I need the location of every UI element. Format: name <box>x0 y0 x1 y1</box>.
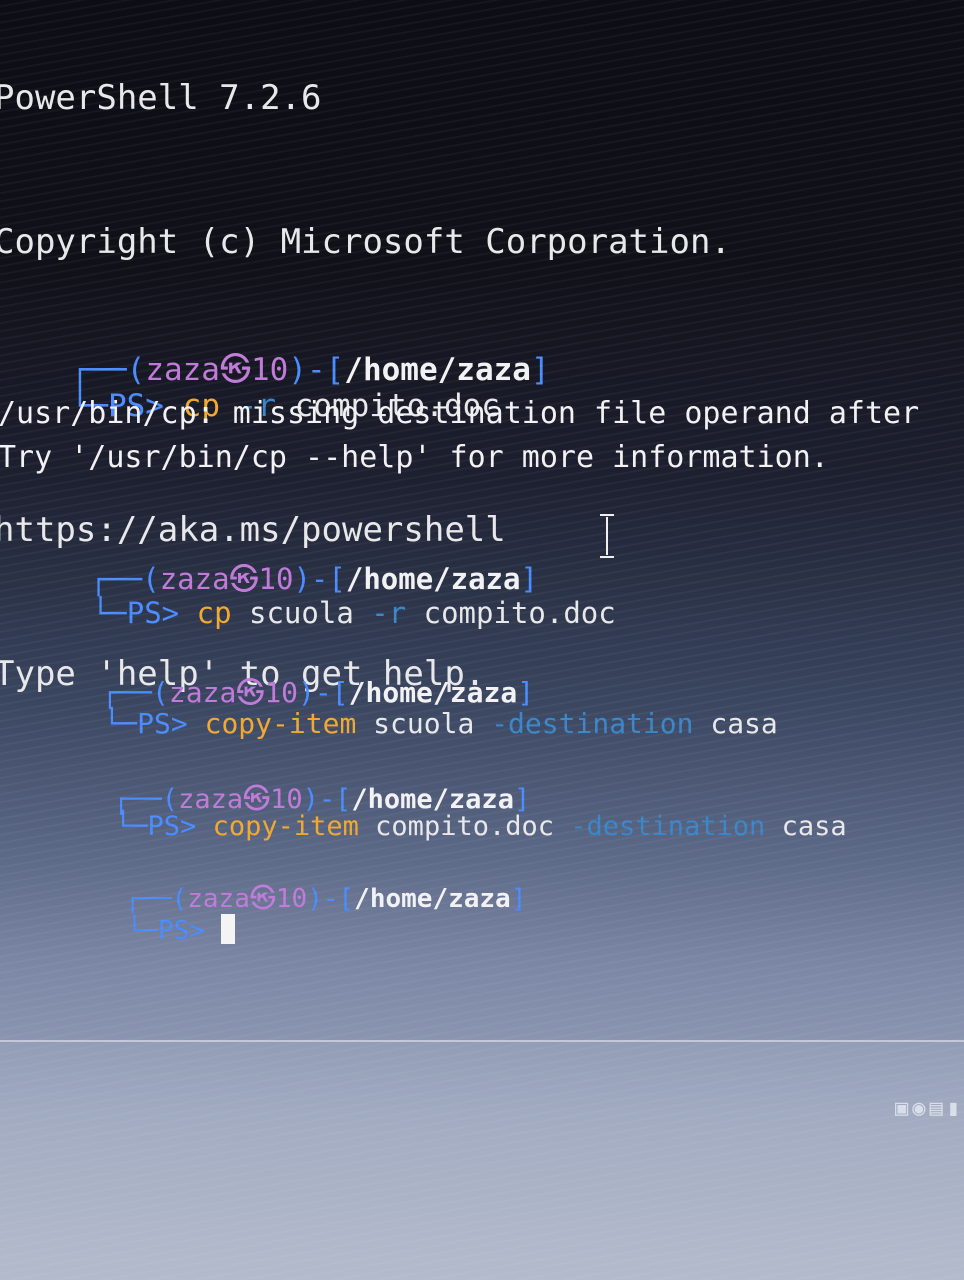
active-command-line[interactable]: └─PS> <box>64 884 235 976</box>
command-name: cp <box>196 596 232 630</box>
ps-prompt: PS> <box>126 596 180 630</box>
error-hint: Try '/usr/bin/cp --help' for more inform… <box>0 440 829 475</box>
command-name: copy-item <box>212 811 359 842</box>
terminal-window[interactable]: PowerShell 7.2.6 Copyright (c) Microsoft… <box>0 0 964 1280</box>
ps-prompt: PS> <box>137 707 188 740</box>
prompt-path: /home/zaza <box>354 884 511 914</box>
ps-prompt: PS> <box>147 811 197 842</box>
ps-prompt: PS> <box>157 916 205 946</box>
error-line: /usr/bin/cp: missing destination file op… <box>0 396 920 431</box>
command-name: copy-item <box>204 707 357 740</box>
terminal-cursor[interactable] <box>220 914 235 944</box>
banner-version: PowerShell 7.2.6 <box>0 78 322 118</box>
desktop-taskbar-area <box>0 1040 964 1280</box>
text-cursor-icon <box>598 514 616 558</box>
banner-copyright: Copyright (c) Microsoft Corporation. <box>0 222 731 262</box>
skull-icon: ㉿ <box>249 884 276 914</box>
tray-icons[interactable]: ▣◉▤▮ <box>895 1096 964 1121</box>
